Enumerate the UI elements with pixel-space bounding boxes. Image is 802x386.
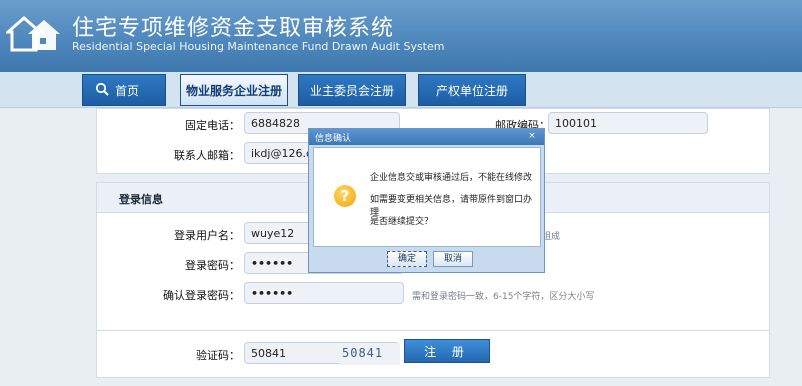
confirm-password-field[interactable]: •••••• [244,282,404,304]
dialog-title: 信息确认 [315,134,352,144]
tab-property-unit-register[interactable]: 产权单位注册 [418,74,526,106]
captcha-label: 验证码： [196,349,240,362]
tab-label: 首页 [115,83,140,98]
dialog-titlebar: 信息确认 × [309,129,544,145]
tab-owners-committee-register[interactable]: 业主委员会注册 [298,74,406,106]
username-label: 登录用户名： [174,229,240,242]
close-icon[interactable]: × [526,131,538,142]
app-header: 住宅专项维修资金支取审核系统 Residential Special Housi… [0,0,802,72]
confirm-password-hint: 需和登录密码一致，6-15个字符，区分大小写 [412,292,595,302]
captcha-image[interactable]: 50841 [340,343,400,365]
search-icon [95,82,109,99]
email-label: 联系人邮箱： [174,149,240,162]
dialog-message-line3: 是否继续提交？ [370,217,434,227]
postcode-field[interactable]: 100101 [548,112,708,134]
app-subtitle: Residential Special Housing Maintenance … [72,40,445,53]
password-label: 登录密码： [185,259,240,272]
app-title: 住宅专项维修资金支取审核系统 [72,16,395,41]
phone-label: 固定电话： [185,119,240,132]
main-nav: 首页 物业服务企业注册 业主委员会注册 产权单位注册 [0,72,802,108]
confirm-dialog: 信息确认 × ? 企业信息交或审核通过后，不能在线修改 如需要变更相关信息，请带… [308,128,545,273]
dialog-footer: 确定 取消 [313,249,541,269]
dialog-body: ? 企业信息交或审核通过后，不能在线修改 如需要变更相关信息，请带原件到窗口办理… [313,147,541,247]
houses-logo-icon [6,16,60,52]
confirm-password-label: 确认登录密码： [163,289,240,302]
cancel-button[interactable]: 取消 [433,251,473,267]
tab-label: 产权单位注册 [435,83,508,98]
tab-label: 物业服务企业注册 [185,83,282,98]
tab-home[interactable]: 首页 [82,74,166,106]
tab-label: 业主委员会注册 [309,83,394,98]
dialog-message-line1: 企业信息交或审核通过后，不能在线修改 [370,173,533,183]
register-button[interactable]: 注 册 [404,339,490,363]
section-title: 登录信息 [119,193,163,206]
tab-property-company-register[interactable]: 物业服务企业注册 [180,74,288,106]
confirm-button[interactable]: 确定 [387,251,427,267]
question-icon: ? [334,185,356,207]
